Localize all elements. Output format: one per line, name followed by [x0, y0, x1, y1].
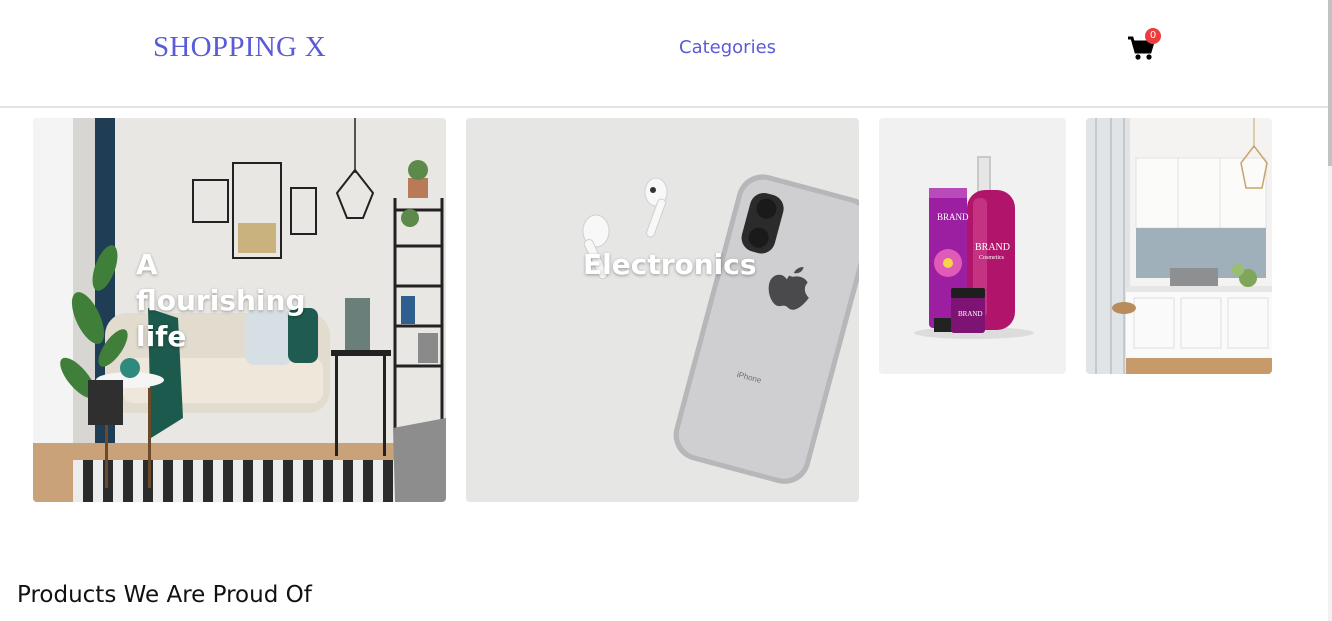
perfume-sub-label: Cosmetics	[979, 255, 1005, 261]
page-scrollbar[interactable]	[1328, 0, 1332, 621]
phone-earbuds-photo: iPhone	[466, 118, 859, 502]
category-tile-cosmetics[interactable]: BRAND BRAND Cosmetics BRAND	[879, 118, 1066, 374]
category-tile-kitchen[interactable]	[1086, 118, 1272, 374]
cosmetic-brand-label: BRAND	[937, 212, 969, 222]
tile-title: A flourishing life	[136, 248, 306, 353]
category-tile-electronics[interactable]: iPhone Electronics	[466, 118, 859, 502]
nav-categories-link[interactable]: Categories	[679, 37, 776, 58]
perfume-brand-label: BRAND	[975, 242, 1010, 253]
jar-brand-label: BRAND	[958, 310, 983, 318]
top-navbar: SHOPPING X Categories 0	[0, 0, 1328, 108]
tile-title: Electronics	[583, 248, 757, 281]
cart-count-badge: 0	[1145, 28, 1161, 44]
category-tile-home[interactable]: A flourishing life	[33, 118, 446, 502]
cosmetics-photo: BRAND BRAND Cosmetics BRAND	[879, 118, 1066, 374]
section-title-featured-products: Products We Are Proud Of	[17, 582, 312, 608]
kitchen-photo	[1086, 118, 1272, 374]
scrollbar-thumb[interactable]	[1328, 0, 1332, 166]
brand-logo-link[interactable]: SHOPPING X	[153, 31, 326, 64]
